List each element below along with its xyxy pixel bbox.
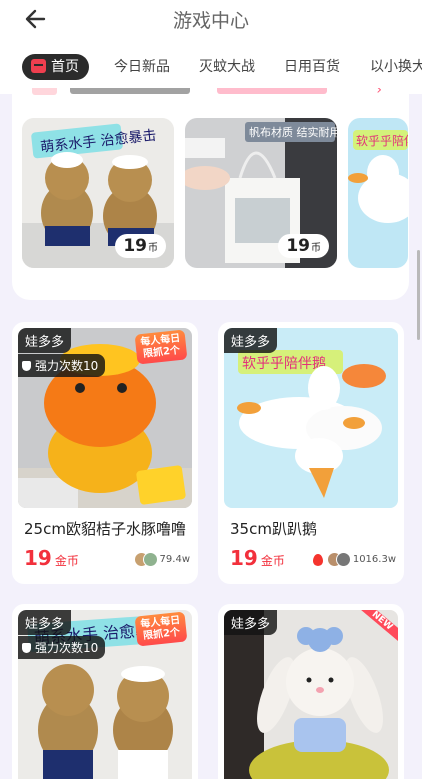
featured-tag bbox=[32, 88, 57, 95]
featured-header-strip: › bbox=[22, 88, 402, 98]
limit-badge: 每人每日 限抓2个 bbox=[134, 611, 188, 647]
featured-item-tote-bag[interactable]: 帆布材质 结实耐用 19币 bbox=[185, 118, 337, 268]
power-badge: 强力次数10 bbox=[18, 354, 106, 377]
featured-item-bears[interactable]: 萌系水手 治愈暴击 19币 bbox=[22, 118, 174, 268]
product-banner: 软乎乎陪伴鹅 bbox=[242, 355, 326, 372]
fire-icon bbox=[312, 553, 323, 566]
product-image: 娃多多 强力次数10 每人每日 限抓2个 bbox=[18, 328, 192, 508]
top-bar: 游戏中心 bbox=[0, 0, 422, 40]
tab-daily-goods[interactable]: 日用百货 bbox=[284, 54, 340, 80]
featured-header-subtext bbox=[217, 88, 327, 94]
product-price: 19 金币 bbox=[230, 546, 285, 570]
scrollbar[interactable] bbox=[417, 250, 420, 340]
product-image: 萌系水手 治愈暴击 娃多多 强力次数10 每人每日 限抓2个 bbox=[18, 610, 192, 779]
featured-price: 19币 bbox=[115, 234, 166, 258]
category-tabs: 首页 今日新品 灭蚊大战 日用百货 以小换大 bbox=[0, 40, 422, 94]
brand-badge: 娃多多 bbox=[18, 328, 72, 353]
product-image: 软乎乎陪伴鹅 娃多多 bbox=[224, 328, 398, 508]
avatar bbox=[142, 552, 158, 567]
bunny-plush-image bbox=[224, 610, 398, 779]
featured-banner: 帆布材质 结实耐用 bbox=[249, 125, 337, 139]
featured-banner: 软乎乎陪伴鹅 bbox=[356, 133, 408, 148]
player-count: 1016.3w bbox=[312, 552, 396, 567]
power-badge: 强力次数10 bbox=[18, 636, 106, 659]
limit-badge: 每人每日 限抓2个 bbox=[134, 329, 188, 365]
featured-price: 19币 bbox=[278, 234, 329, 258]
goose-plush-image: 软乎乎陪伴鹅 bbox=[224, 328, 398, 508]
home-icon bbox=[31, 59, 46, 73]
chevron-right-icon[interactable]: › bbox=[376, 88, 382, 98]
featured-header-text bbox=[70, 88, 190, 94]
product-price: 19 金币 bbox=[24, 546, 79, 570]
avatar bbox=[335, 552, 351, 567]
page-title: 游戏中心 bbox=[172, 10, 249, 32]
tab-mosquito-battle[interactable]: 灭蚊大战 bbox=[199, 54, 255, 80]
brand-badge: 娃多多 bbox=[224, 328, 278, 353]
product-name: 35cm趴趴鹅 bbox=[230, 520, 317, 538]
product-name: 25cm欧貂桔子水豚噜噜 bbox=[24, 520, 186, 538]
product-card-bears[interactable]: 萌系水手 治愈暴击 娃多多 强力次数10 每人每日 限抓2个 bbox=[12, 604, 198, 779]
product-card-goose[interactable]: 软乎乎陪伴鹅 娃多多 35cm趴趴鹅 19 金币 1016.3w bbox=[218, 322, 404, 584]
tab-today-new[interactable]: 今日新品 bbox=[114, 54, 170, 80]
brand-badge: 娃多多 bbox=[18, 610, 72, 635]
product-card-bunny[interactable]: 娃多多 NEW bbox=[218, 604, 404, 779]
player-count: 79.4w bbox=[133, 552, 190, 567]
featured-item-goose[interactable]: 软乎乎陪伴鹅 bbox=[348, 118, 408, 268]
tab-home[interactable]: 首页 bbox=[22, 54, 89, 80]
shield-icon bbox=[22, 643, 31, 653]
product-image: 娃多多 NEW bbox=[224, 610, 398, 779]
tab-trade-up[interactable]: 以小换大 bbox=[370, 54, 422, 80]
product-card-capybara[interactable]: 娃多多 强力次数10 每人每日 限抓2个 25cm欧貂桔子水豚噜噜 19 金币 7… bbox=[12, 322, 198, 584]
shield-icon bbox=[22, 361, 31, 371]
brand-badge: 娃多多 bbox=[224, 610, 278, 635]
tab-label: 首页 bbox=[51, 59, 79, 75]
featured-panel: › 萌系水手 治愈暴击 19币 帆布材质 结实耐用 19币 软乎乎陪 bbox=[12, 88, 409, 300]
goose-plush-image: 软乎乎陪伴鹅 bbox=[348, 118, 408, 268]
